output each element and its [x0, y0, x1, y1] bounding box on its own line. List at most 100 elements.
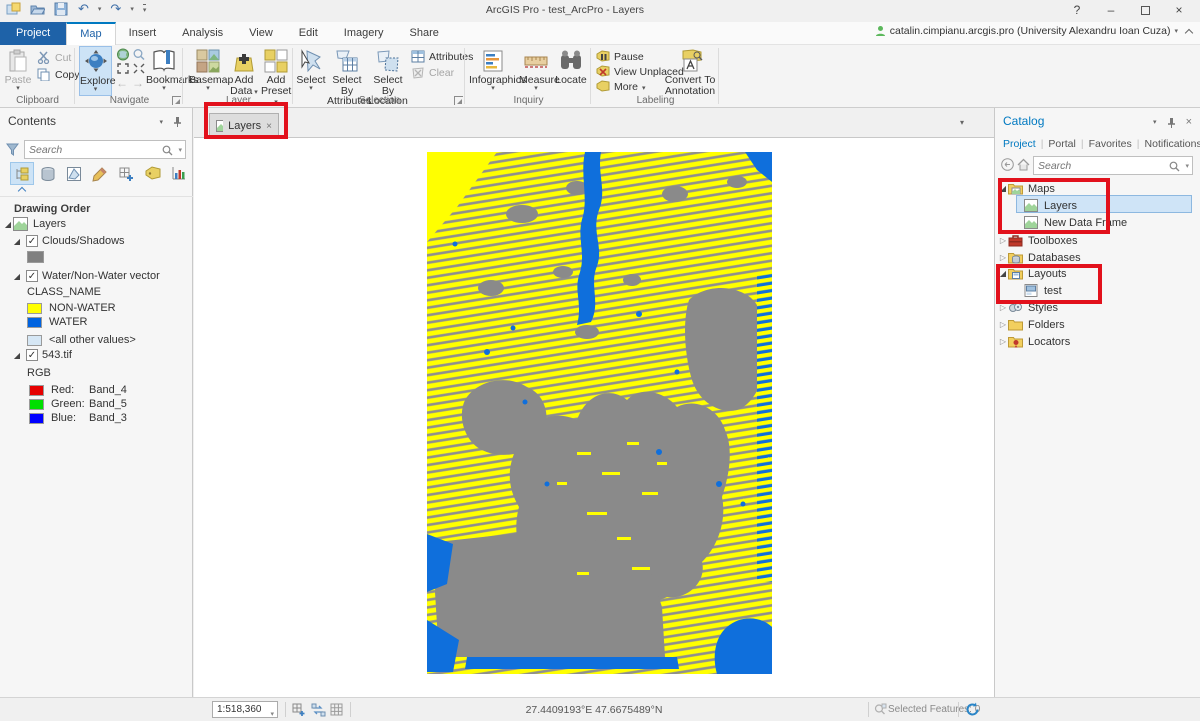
- list-by-editing-button[interactable]: [88, 162, 112, 185]
- catalog-tab-notifications[interactable]: Notifications*: [1145, 138, 1200, 150]
- fixed-zoom-icon[interactable]: [132, 48, 146, 61]
- pin-icon[interactable]: [1167, 117, 1176, 128]
- expand-icon[interactable]: ◢: [12, 272, 22, 281]
- layer-group-layers[interactable]: ◢ Layers: [0, 216, 192, 232]
- close-panel-icon[interactable]: ×: [1186, 116, 1192, 128]
- close-button[interactable]: ×: [1162, 0, 1196, 21]
- bookmarks-button[interactable]: Bookmarks: [146, 46, 182, 96]
- explore-button[interactable]: Explore: [79, 46, 112, 96]
- paste-button[interactable]: Paste: [2, 46, 34, 96]
- contents-menu-icon[interactable]: ▾: [159, 118, 163, 126]
- catalog-menu-icon[interactable]: ▾: [1153, 118, 1157, 126]
- search-icon[interactable]: [162, 145, 173, 156]
- tab-edit[interactable]: Edit: [286, 22, 331, 45]
- collapsed-icon[interactable]: ▷: [998, 303, 1008, 312]
- add-preset-button[interactable]: Add Preset: [261, 46, 291, 96]
- visibility-checkbox[interactable]: ✓: [26, 235, 38, 247]
- map-coordinates[interactable]: 27.4409193°E 47.6675489°N: [394, 704, 794, 716]
- catalog-tab-favorites[interactable]: Favorites: [1089, 138, 1132, 150]
- layer-543-tif[interactable]: ◢ ✓ 543.tif: [0, 347, 192, 363]
- search-icon[interactable]: [1169, 161, 1180, 172]
- measure-button[interactable]: Measure: [519, 46, 553, 96]
- navigate-dialog-launcher[interactable]: [172, 96, 181, 105]
- restore-button[interactable]: [1128, 0, 1162, 21]
- next-extent-icon[interactable]: ←: [132, 76, 144, 90]
- new-project-icon[interactable]: [6, 2, 21, 16]
- map-canvas[interactable]: [194, 138, 994, 697]
- snapping-toggle-icon[interactable]: [292, 703, 306, 717]
- tab-map[interactable]: Map: [66, 22, 115, 45]
- select-by-location-button[interactable]: Select By Location: [368, 46, 408, 96]
- list-by-snapping-button[interactable]: [114, 162, 138, 185]
- list-by-data-source-button[interactable]: [36, 162, 60, 185]
- catalog-item-folders[interactable]: ▷ Folders: [994, 316, 1199, 333]
- expand-icon[interactable]: ◢: [12, 237, 22, 246]
- red-band-swatch[interactable]: [29, 385, 44, 396]
- undo-dropdown-icon[interactable]: ▾: [98, 5, 102, 13]
- coordinate-system-icon[interactable]: [311, 703, 326, 717]
- tab-analysis[interactable]: Analysis: [169, 22, 236, 45]
- convert-to-annotation-button[interactable]: Convert To Annotation: [664, 46, 716, 96]
- list-by-drawing-order-button[interactable]: [10, 162, 34, 185]
- collapse-ribbon-button[interactable]: [1186, 30, 1194, 38]
- undo-icon[interactable]: ↶: [78, 2, 89, 16]
- legend-blue-band-row[interactable]: Blue: Band_3: [0, 410, 192, 426]
- home-icon[interactable]: [1017, 158, 1030, 171]
- legend-other-values-row[interactable]: <all other values>: [0, 332, 192, 348]
- tab-list-dropdown-icon[interactable]: ▾: [960, 118, 964, 127]
- layer-clouds-shadows[interactable]: ◢ ✓ Clouds/Shadows: [0, 233, 192, 249]
- locate-button[interactable]: Locate: [554, 46, 588, 96]
- filter-icon[interactable]: [6, 143, 19, 156]
- tab-view[interactable]: View: [236, 22, 286, 45]
- redo-dropdown-icon[interactable]: ▾: [130, 5, 134, 13]
- catalog-tab-portal[interactable]: Portal: [1048, 138, 1075, 150]
- expand-icon[interactable]: ◢: [3, 220, 13, 229]
- visibility-checkbox[interactable]: ✓: [26, 349, 38, 361]
- other-values-swatch[interactable]: [27, 335, 42, 346]
- catalog-tab-project[interactable]: Project: [1003, 138, 1036, 150]
- pin-icon[interactable]: [173, 116, 182, 127]
- search-options-icon[interactable]: ▾: [1185, 162, 1189, 170]
- non-water-swatch[interactable]: [27, 303, 42, 314]
- redo-icon[interactable]: ↷: [110, 2, 121, 16]
- layer-water-vector[interactable]: ◢ ✓ Water/Non-Water vector: [0, 268, 192, 284]
- expand-icon[interactable]: ◢: [12, 351, 22, 360]
- green-band-swatch[interactable]: [29, 399, 44, 410]
- select-button[interactable]: Select: [296, 46, 326, 96]
- tab-project[interactable]: Project: [0, 22, 66, 45]
- catalog-search-input[interactable]: [1038, 158, 1166, 173]
- account-menu[interactable]: catalin.cimpianu.arcgis.pro (University …: [875, 25, 1178, 37]
- more-labeling-button[interactable]: More: [596, 79, 645, 94]
- pause-labeling-button[interactable]: Pause: [596, 49, 644, 64]
- collapsed-icon[interactable]: ▷: [998, 320, 1008, 329]
- help-button[interactable]: ?: [1060, 0, 1094, 21]
- basemap-button[interactable]: Basemap: [189, 46, 227, 96]
- add-data-button[interactable]: Add Data: [229, 46, 259, 96]
- minimize-button[interactable]: –: [1094, 0, 1128, 21]
- tab-insert[interactable]: Insert: [116, 22, 170, 45]
- select-by-attributes-button[interactable]: Select By Attributes: [327, 46, 367, 96]
- list-by-charts-button[interactable]: [166, 162, 190, 185]
- clear-button[interactable]: Clear: [411, 65, 454, 80]
- grid-icon[interactable]: [330, 703, 343, 716]
- open-project-icon[interactable]: [30, 2, 45, 16]
- customize-qat-icon[interactable]: ▾: [143, 4, 147, 14]
- map-scale-select[interactable]: 1:518,360 ▾: [212, 701, 278, 718]
- tab-imagery[interactable]: Imagery: [331, 22, 397, 45]
- list-by-labeling-button[interactable]: [140, 162, 164, 185]
- zoom-extent-icon[interactable]: [132, 62, 146, 75]
- catalog-item-toolboxes[interactable]: ▷ Toolboxes: [994, 232, 1199, 249]
- infographics-button[interactable]: Infographics: [469, 46, 517, 96]
- collapsed-icon[interactable]: ▷: [998, 236, 1008, 245]
- blue-band-swatch[interactable]: [29, 413, 44, 424]
- full-extent-icon[interactable]: [116, 48, 130, 61]
- list-by-selection-button[interactable]: [62, 162, 86, 185]
- tab-share[interactable]: Share: [397, 22, 452, 45]
- zoom-selection-icon[interactable]: [116, 62, 130, 75]
- back-icon[interactable]: [1001, 158, 1014, 171]
- contents-search-input[interactable]: [29, 142, 159, 157]
- cut-button[interactable]: Cut: [37, 50, 71, 65]
- collapsed-icon[interactable]: ▷: [998, 337, 1008, 346]
- visibility-checkbox[interactable]: ✓: [26, 270, 38, 282]
- legend-water-row[interactable]: WATER: [0, 314, 192, 330]
